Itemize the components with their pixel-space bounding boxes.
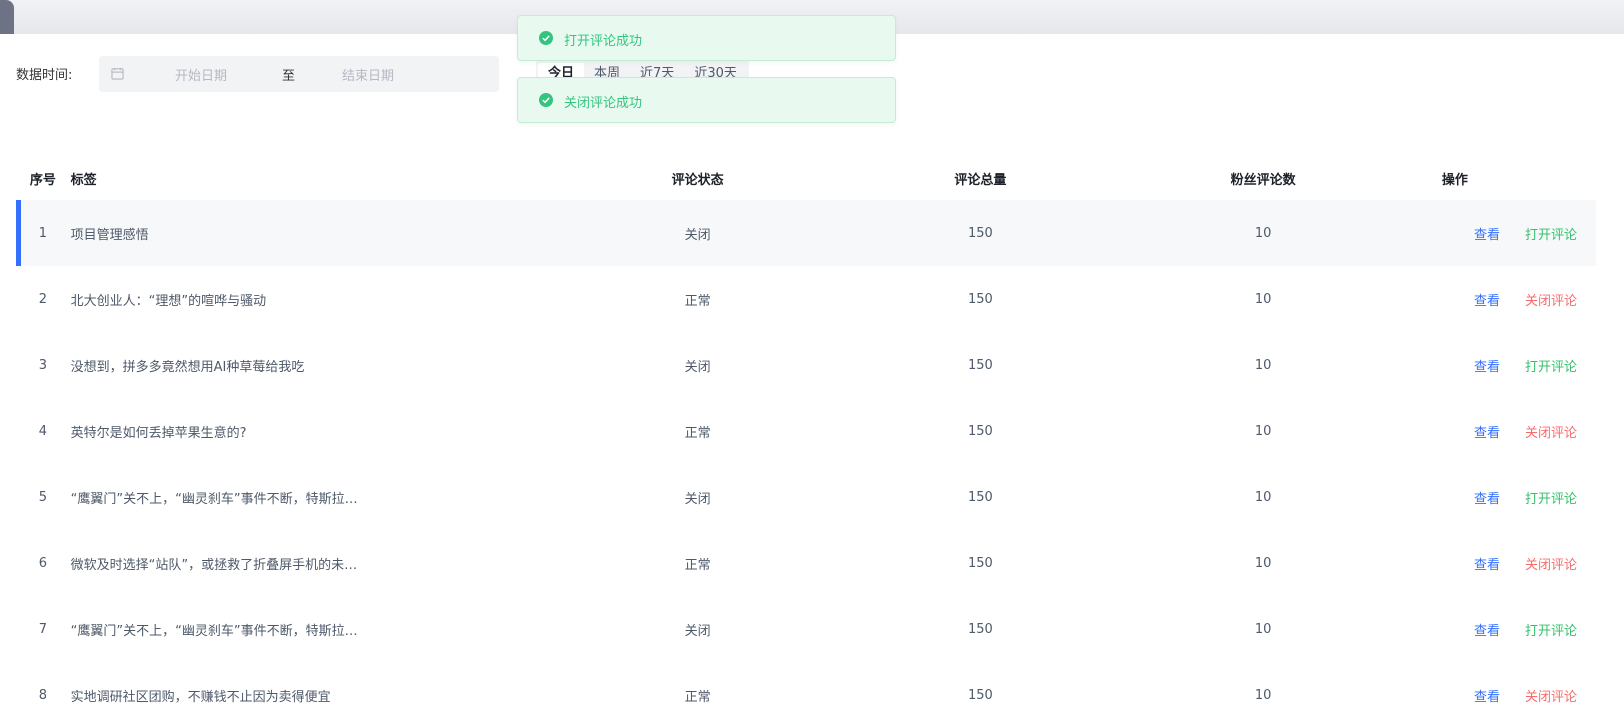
row-total: 150 [968,621,993,637]
row-total: 150 [968,489,993,505]
row-index: 3 [38,357,47,373]
row-tag: 微软及时选择“站队”，或拯救了折叠屏手机的未… [70,557,358,573]
row-total: 150 [968,555,993,571]
row-fans: 10 [1254,621,1272,637]
view-link[interactable]: 查看 [1474,422,1500,441]
close-comments-link[interactable]: 关闭评论 [1525,290,1577,309]
table-row[interactable]: 4 英特尔是如何丢掉苹果生意的? 正常 150 10 查看 关闭评论 [16,398,1596,464]
close-comments-link[interactable]: 关闭评论 [1525,422,1577,441]
row-fans: 10 [1254,291,1272,307]
row-index: 4 [38,423,47,439]
row-tag: 没想到，拼多多竟然想用AI种草莓给我吃 [70,359,305,375]
row-actions: 查看 关闭评论 [1314,530,1596,596]
calendar-icon [111,67,124,80]
toast-message: 关闭评论成功 [564,96,643,111]
column-header-total: 评论总量 [954,172,1007,188]
table-row[interactable]: 3 没想到，拼多多竟然想用AI种草莓给我吃 关闭 150 10 查看 打开评论 [16,332,1596,398]
row-status: 正常 [684,425,711,441]
open-comments-link[interactable]: 打开评论 [1525,620,1577,639]
row-status: 关闭 [647,200,749,266]
column-header-index: 序号 [29,172,56,188]
row-total: 150 [968,687,993,703]
toast-close-success: 关闭评论成功 [517,77,896,123]
table-row[interactable]: 5 “鹰翼门”关不上，“幽灵刹车”事件不断，特斯拉… 关闭 150 10 查看 … [16,464,1596,530]
row-tag: 北大创业人：“理想”的喧哗与骚动 [70,293,267,309]
column-header-actions: 操作 [1441,172,1468,188]
row-actions: 查看 打开评论 [1314,332,1596,398]
open-comments-link[interactable]: 打开评论 [1525,488,1577,507]
row-tag: 英特尔是如何丢掉苹果生意的? [70,425,247,441]
row-total: 150 [748,200,1213,266]
row-index: 6 [38,555,47,571]
table-header-row: 序号 标签 评论状态 评论总量 粉丝评论数 操作 [16,160,1596,196]
view-link[interactable]: 查看 [1474,224,1500,243]
row-fans: 10 [1212,200,1314,266]
row-status: 正常 [684,293,711,309]
row-index: 1 [16,200,70,266]
row-tag: 项目管理感悟 [69,200,648,266]
row-actions: 查看 打开评论 [1314,596,1596,662]
view-link[interactable]: 查看 [1474,290,1500,309]
toast-message: 打开评论成功 [564,34,643,49]
column-header-fans: 粉丝评论数 [1230,172,1296,188]
toast-open-success: 打开评论成功 [517,15,896,61]
row-actions: 查看 关闭评论 [1314,398,1596,464]
row-index: 5 [38,489,47,505]
column-header-tag: 标签 [70,172,97,188]
check-circle-icon [539,93,553,107]
row-fans: 10 [1254,357,1272,373]
view-link[interactable]: 查看 [1474,356,1500,375]
row-fans: 10 [1254,489,1272,505]
row-status: 关闭 [684,623,711,639]
open-comments-link[interactable]: 打开评论 [1525,356,1577,375]
row-index: 7 [38,621,47,637]
row-fans: 10 [1254,423,1272,439]
date-separator: 至 [282,69,296,84]
top-tab-edge[interactable] [0,0,14,34]
row-tag: 实地调研社区团购，不赚钱不止因为卖得便宜 [70,689,331,705]
row-tag: “鹰翼门”关不上，“幽灵刹车”事件不断，特斯拉… [70,491,358,507]
row-actions: 查看 打开评论 [1313,200,1596,266]
table-row[interactable]: 6 微软及时选择“站队”，或拯救了折叠屏手机的未… 正常 150 10 查看 关… [16,530,1596,596]
row-status: 正常 [684,557,711,573]
row-tag: “鹰翼门”关不上，“幽灵刹车”事件不断，特斯拉… [70,623,358,639]
table-row[interactable]: 1 项目管理感悟 关闭 150 10 查看 打开评论 [16,200,1596,266]
row-status: 关闭 [684,359,711,375]
date-filter-label: 数据时间: [16,68,73,83]
row-total: 150 [968,291,993,307]
row-index: 2 [38,291,47,307]
date-range-picker[interactable]: 开始日期 至 结束日期 [99,56,499,92]
row-total: 150 [968,423,993,439]
open-comments-link[interactable]: 打开评论 [1525,224,1577,243]
view-link[interactable]: 查看 [1474,488,1500,507]
row-actions: 查看 打开评论 [1314,464,1596,530]
end-date-input[interactable]: 结束日期 [342,65,394,84]
view-link[interactable]: 查看 [1474,554,1500,573]
row-actions: 查看 关闭评论 [1314,662,1596,728]
start-date-input[interactable]: 开始日期 [175,65,227,84]
view-link[interactable]: 查看 [1474,620,1500,639]
row-status: 关闭 [684,491,711,507]
comments-table: 序号 标签 评论状态 评论总量 粉丝评论数 操作 1 项目管理感悟 关闭 150… [16,160,1596,728]
row-status: 正常 [684,689,711,705]
table-row[interactable]: 8 实地调研社区团购，不赚钱不止因为卖得便宜 正常 150 10 查看 关闭评论 [16,662,1596,728]
close-comments-link[interactable]: 关闭评论 [1525,554,1577,573]
table-row[interactable]: 7 “鹰翼门”关不上，“幽灵刹车”事件不断，特斯拉… 关闭 150 10 查看 … [16,596,1596,662]
row-actions: 查看 关闭评论 [1314,266,1596,332]
row-index: 8 [38,687,47,703]
table-row[interactable]: 2 北大创业人：“理想”的喧哗与骚动 正常 150 10 查看 关闭评论 [16,266,1596,332]
view-link[interactable]: 查看 [1474,686,1500,705]
row-fans: 10 [1254,555,1272,571]
close-comments-link[interactable]: 关闭评论 [1525,686,1577,705]
check-circle-icon [539,31,553,45]
row-fans: 10 [1254,687,1272,703]
column-header-status: 评论状态 [671,172,724,188]
row-total: 150 [968,357,993,373]
